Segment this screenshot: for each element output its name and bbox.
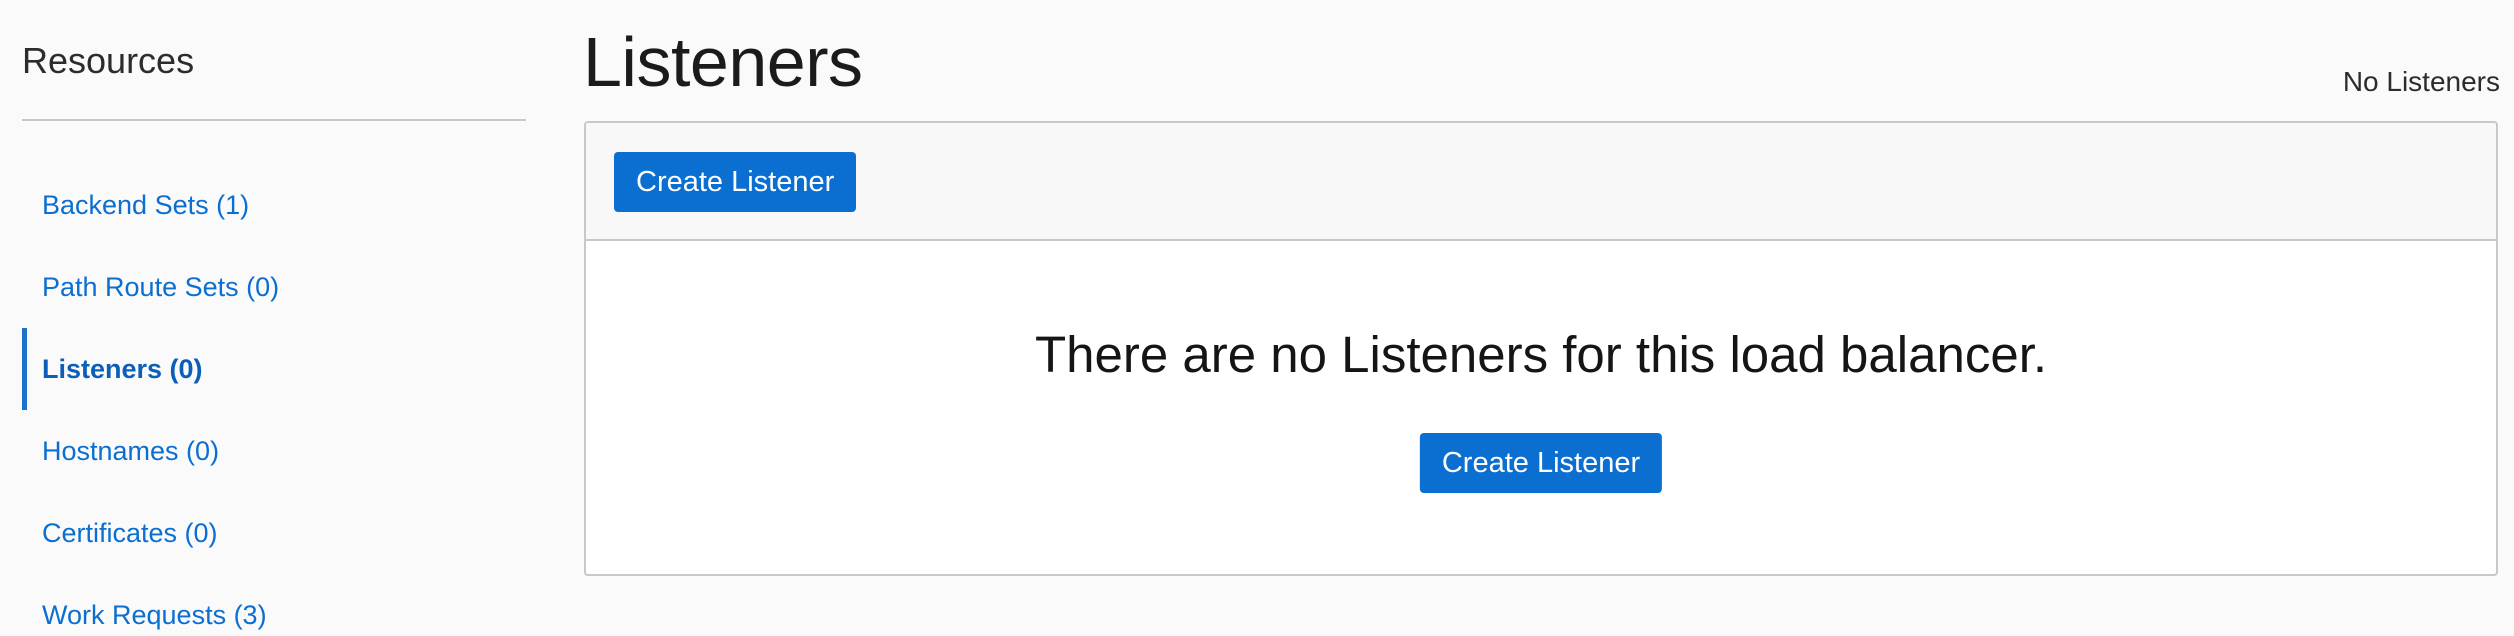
sidebar-item-hostnames[interactable]: Hostnames (0) (22, 410, 279, 492)
sidebar-item-path-route-sets[interactable]: Path Route Sets (0) (22, 246, 279, 328)
sidebar-divider (22, 119, 526, 121)
listeners-panel: Create Listener There are no Listeners f… (584, 121, 2498, 576)
resources-nav: Backend Sets (1) Path Route Sets (0) Lis… (22, 164, 279, 636)
create-listener-button[interactable]: Create Listener (614, 152, 857, 212)
sidebar-item-work-requests[interactable]: Work Requests (3) (22, 574, 279, 636)
sidebar-title: Resources (22, 40, 195, 81)
sidebar-item-label: Path Route Sets (0) (42, 271, 280, 302)
listener-count-text: No Listeners (2342, 66, 2500, 97)
sidebar-item-label: Certificates (0) (42, 517, 218, 548)
sidebar-item-label: Work Requests (3) (42, 599, 267, 630)
sidebar-item-backend-sets[interactable]: Backend Sets (1) (22, 164, 279, 246)
sidebar-item-label: Listeners (0) (42, 353, 203, 384)
empty-state-message: There are no Listeners for this load bal… (1034, 326, 2048, 383)
panel-toolbar: Create Listener (586, 123, 2496, 241)
sidebar-item-label: Backend Sets (1) (42, 189, 250, 220)
empty-state-create-listener-button[interactable]: Create Listener (1419, 433, 1663, 493)
sidebar-item-certificates[interactable]: Certificates (0) (22, 492, 279, 574)
sidebar-item-label: Hostnames (0) (42, 435, 220, 466)
sidebar-item-listeners[interactable]: Listeners (0) (22, 328, 279, 410)
page: Resources Backend Sets (1) Path Route Se… (0, 0, 2514, 636)
page-title: Listeners (583, 23, 863, 101)
